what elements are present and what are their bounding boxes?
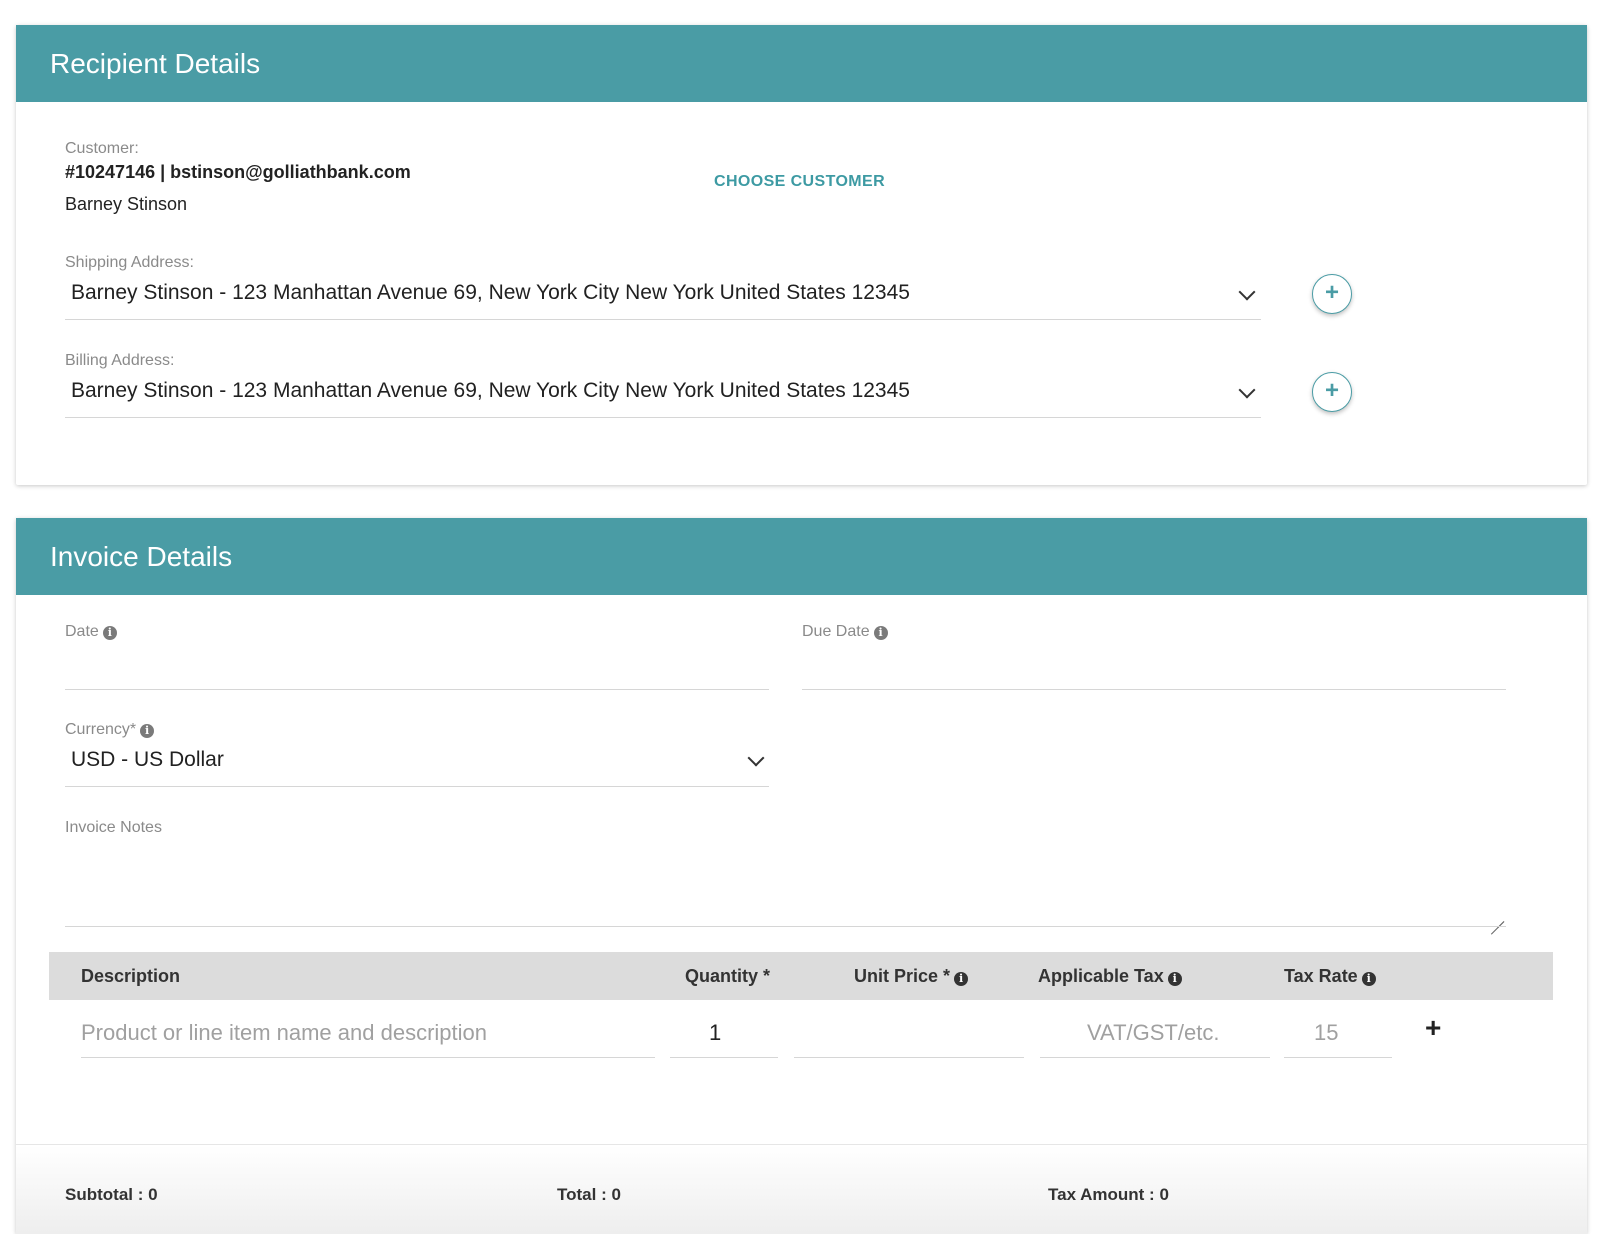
total-value: Total : 0 — [557, 1185, 621, 1204]
date-label-text: Date — [65, 623, 99, 640]
column-quantity: Quantity * — [685, 966, 771, 986]
description-input[interactable]: Product or line item name and descriptio… — [81, 1020, 487, 1046]
currency-select[interactable]: USD - US Dollar — [71, 748, 224, 772]
info-icon[interactable]: i — [873, 626, 888, 640]
column-tax-rate: Tax Rate i — [1284, 966, 1376, 987]
billing-address-select[interactable]: Barney Stinson - 123 Manhattan Avenue 69… — [71, 379, 910, 403]
currency-label-text: Currency* — [65, 721, 137, 738]
choose-customer-button[interactable]: CHOOSE CUSTOMER — [714, 173, 885, 191]
column-applicable-tax-text: Applicable Tax — [1038, 966, 1164, 986]
add-line-item-plus-icon[interactable]: + — [1425, 1012, 1441, 1044]
invoice-details-header: Invoice Details — [16, 518, 1587, 595]
info-icon[interactable]: i — [102, 626, 117, 640]
recipient-details-title: Recipient Details — [50, 47, 261, 79]
invoice-notes-label: Invoice Notes — [65, 819, 162, 836]
column-description: Description — [81, 966, 181, 986]
recipient-details-card: Recipient Details Customer: #10247146 | … — [16, 25, 1587, 485]
info-icon[interactable]: i — [1361, 972, 1376, 986]
invoice-details-card: Invoice Details Date i Due Date i Currency… — [16, 518, 1587, 1234]
shipping-chevron-down-icon[interactable] — [1238, 283, 1256, 301]
add-shipping-address-button[interactable]: + — [1312, 274, 1352, 314]
due-date-label: Due Date i — [802, 623, 888, 641]
description-underline — [81, 1057, 655, 1058]
currency-underline — [65, 786, 769, 787]
plus-icon: + — [1324, 279, 1339, 306]
info-icon[interactable]: i — [1167, 972, 1182, 986]
info-icon[interactable]: i — [140, 724, 155, 738]
plus-icon: + — [1324, 377, 1339, 404]
invoice-notes-textarea[interactable] — [65, 848, 1506, 926]
invoice-details-title: Invoice Details — [50, 540, 233, 572]
subtotal-value: Subtotal : 0 — [65, 1185, 158, 1204]
billing-chevron-down-icon[interactable] — [1238, 381, 1256, 399]
tax-amount-value: Tax Amount : 0 — [1048, 1185, 1169, 1204]
currency-chevron-down-icon[interactable] — [747, 749, 765, 767]
billing-address-label: Billing Address: — [65, 352, 175, 369]
due-date-label-text: Due Date — [802, 623, 870, 640]
quantity-underline — [670, 1057, 778, 1058]
shipping-address-label: Shipping Address: — [65, 254, 194, 271]
recipient-details-header: Recipient Details — [16, 25, 1587, 102]
column-unit-price: Unit Price * i — [854, 966, 969, 987]
quantity-input[interactable]: 1 — [709, 1020, 721, 1046]
shipping-address-underline — [65, 319, 1261, 320]
unit-price-input[interactable] — [794, 1014, 1024, 1056]
customer-name: Barney Stinson — [65, 194, 188, 214]
applicable-tax-input[interactable]: VAT/GST/etc. — [1087, 1020, 1219, 1046]
date-label: Date i — [65, 623, 117, 641]
info-icon[interactable]: i — [954, 972, 969, 986]
column-applicable-tax: Applicable Tax i — [1038, 966, 1182, 987]
due-date-input[interactable] — [802, 689, 1506, 690]
unit-price-underline — [794, 1057, 1024, 1058]
add-billing-address-button[interactable]: + — [1312, 372, 1352, 412]
tax-rate-input[interactable]: 15 — [1314, 1020, 1338, 1046]
billing-address-underline — [65, 417, 1261, 418]
applicable-tax-underline — [1040, 1057, 1270, 1058]
shipping-address-select[interactable]: Barney Stinson - 123 Manhattan Avenue 69… — [71, 281, 910, 305]
tax-rate-underline — [1284, 1057, 1392, 1058]
column-unit-price-text: Unit Price * — [854, 966, 951, 986]
customer-id-email: #10247146 | bstinson@golliathbank.com — [65, 162, 411, 182]
currency-label: Currency* i — [65, 721, 155, 739]
customer-label: Customer: — [65, 140, 139, 157]
invoice-notes-underline — [65, 926, 1506, 927]
date-input[interactable] — [65, 689, 769, 690]
column-tax-rate-text: Tax Rate — [1284, 966, 1358, 986]
totals-bar: Subtotal : 0 Total : 0 Tax Amount : 0 — [16, 1144, 1587, 1234]
resize-handle-icon[interactable] — [1490, 910, 1504, 924]
line-items-header: Description Quantity * Unit Price * i App… — [49, 952, 1553, 1000]
